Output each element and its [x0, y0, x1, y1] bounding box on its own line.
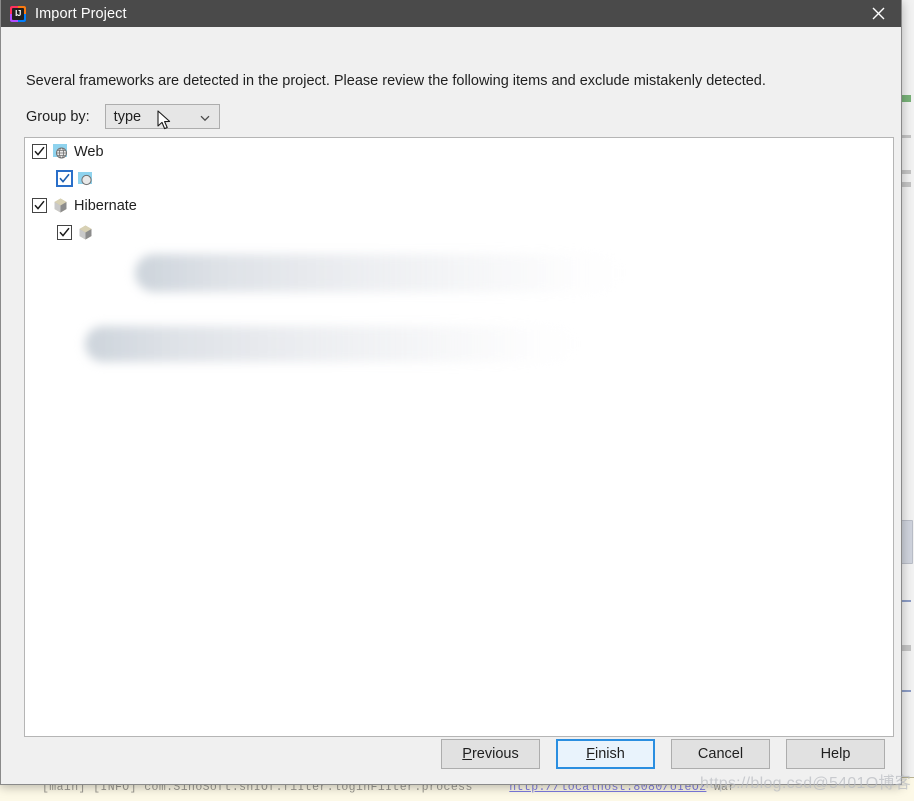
web-framework-icon — [77, 170, 94, 187]
redaction-blur — [135, 254, 625, 292]
screenshot-root: [main] [INFO] com.SinoSoft.shIOf.fiIter.… — [0, 0, 914, 801]
tree-row[interactable] — [25, 165, 893, 192]
group-by-select[interactable]: type — [104, 104, 220, 129]
dialog-title: Import Project — [35, 5, 127, 22]
tree-node-checkbox[interactable] — [32, 198, 47, 213]
cancel-button[interactable]: Cancel — [671, 739, 770, 769]
dialog-description: Several frameworks are detected in the p… — [26, 73, 766, 89]
hibernate-icon — [52, 197, 69, 214]
group-by-value: type — [113, 108, 142, 125]
finish-label: inish — [595, 746, 625, 762]
tree-row[interactable]: Web — [25, 138, 893, 165]
web-framework-icon — [52, 143, 69, 160]
close-icon[interactable] — [855, 0, 901, 27]
tree-node-label: Hibernate — [74, 197, 137, 214]
dialog-button-row: Previous Finish Cancel Help — [441, 739, 885, 769]
import-project-dialog: IJ Import Project Several frameworks are… — [0, 0, 902, 785]
finish-button[interactable]: Finish — [556, 739, 655, 769]
tree-row[interactable]: Hibernate — [25, 192, 893, 219]
hibernate-icon — [77, 224, 94, 241]
previous-button[interactable]: Previous — [441, 739, 540, 769]
group-by-row: Group by: type — [26, 104, 220, 129]
redaction-blur — [85, 326, 580, 362]
frameworks-tree-panel[interactable]: Web Hibernate — [24, 137, 894, 737]
intellij-idea-logo-icon: IJ — [10, 5, 26, 22]
tree-node-checkbox[interactable] — [32, 144, 47, 159]
help-button[interactable]: Help — [786, 739, 885, 769]
previous-mnemonic: P — [462, 746, 472, 762]
group-by-label: Group by: — [26, 108, 90, 125]
chevron-down-icon — [199, 111, 211, 123]
tree-node-checkbox[interactable] — [57, 171, 72, 186]
dialog-titlebar[interactable]: IJ Import Project — [1, 0, 901, 27]
dialog-body: Several frameworks are detected in the p… — [1, 27, 901, 785]
finish-mnemonic: F — [586, 746, 596, 762]
tree-node-label: Web — [74, 143, 104, 160]
previous-label: revious — [471, 746, 519, 762]
tree-row[interactable] — [25, 219, 893, 246]
tree-node-checkbox[interactable] — [57, 225, 72, 240]
